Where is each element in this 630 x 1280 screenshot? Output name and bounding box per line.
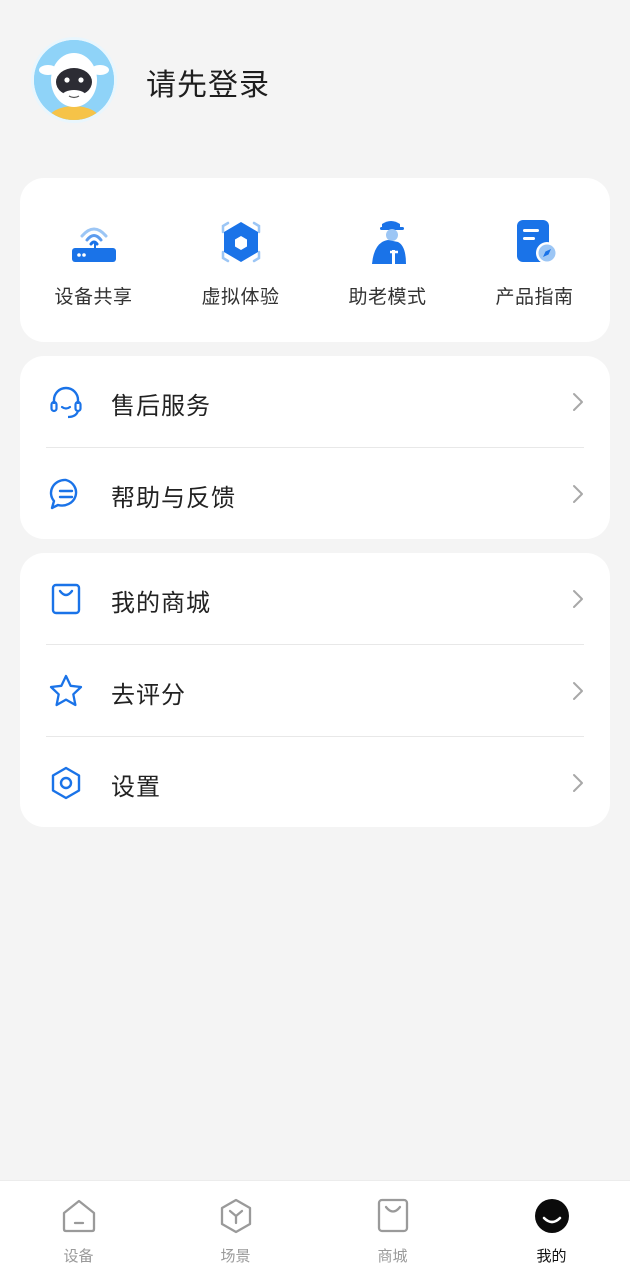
hexagon-settings-icon [51,766,81,800]
chevron-right-icon [573,485,583,503]
shop-menu-card: 我的商城 去评分 设置 [20,553,610,827]
bag-icon [377,1198,409,1233]
menu-item-my-mall[interactable]: 我的商城 [20,553,610,644]
router-share-icon [71,227,116,262]
chevron-right-icon [573,682,583,700]
quick-action-label: 产品指南 [495,286,574,308]
quick-action-virtual-experience[interactable]: 虚拟体验 [167,216,314,309]
menu-item-label: 去评分 [111,681,186,709]
chevron-right-icon [573,393,583,411]
menu-item-label: 售后服务 [111,392,211,420]
quick-action-product-guide[interactable]: 产品指南 [461,216,608,309]
home-icon [62,1199,96,1233]
menu-item-help-feedback[interactable]: 帮助与反馈 [20,448,610,539]
menu-item-settings[interactable]: 设置 [20,737,610,828]
tab-mine[interactable]: 我的 [473,1181,630,1280]
tab-mall[interactable]: 商城 [314,1181,471,1280]
quick-action-label: 设备共享 [54,286,133,308]
profile-page: 请先登录 设备共享 虚拟体验 助老模式 产品指南 售后服务 帮助与反馈 我的商城… [0,0,630,1280]
shopping-bag-icon [51,583,81,615]
headset-icon [50,386,82,419]
chat-bubble-icon [49,478,78,510]
scene-cube-icon [220,1198,252,1234]
tab-scenes[interactable]: 场景 [157,1181,314,1280]
star-icon [49,674,83,707]
menu-item-rate[interactable]: 去评分 [20,645,610,736]
product-guide-icon [516,220,558,264]
service-menu-card: 售后服务 帮助与反馈 [20,356,610,539]
menu-item-label: 设置 [111,773,161,801]
menu-item-label: 我的商城 [111,589,211,617]
quick-action-elder-mode[interactable]: 助老模式 [314,216,461,309]
cow-mascot-icon [34,40,114,120]
tab-label: 商城 [377,1247,408,1265]
menu-item-after-sales[interactable]: 售后服务 [20,356,610,447]
login-prompt[interactable]: 请先登录 [146,60,270,104]
bottom-navigation: 设备 场景 商城 我的 [0,1180,630,1280]
chevron-right-icon [573,590,583,608]
quick-action-label: 助老模式 [348,286,427,308]
avatar[interactable] [31,37,117,123]
tab-label: 场景 [220,1247,251,1265]
profile-header[interactable]: 请先登录 [0,0,630,170]
tab-devices[interactable]: 设备 [0,1181,157,1280]
virtual-hexagon-icon [221,221,260,263]
chevron-right-icon [573,774,583,792]
menu-item-label: 帮助与反馈 [111,484,236,512]
tab-label: 我的 [536,1247,567,1265]
elder-mode-icon [371,221,406,264]
quick-action-label: 虚拟体验 [201,286,280,308]
quick-actions-card: 设备共享 虚拟体验 助老模式 产品指南 [20,178,610,342]
quick-action-device-share[interactable]: 设备共享 [20,216,167,309]
profile-face-icon [535,1199,569,1233]
tab-label: 设备 [63,1247,94,1265]
